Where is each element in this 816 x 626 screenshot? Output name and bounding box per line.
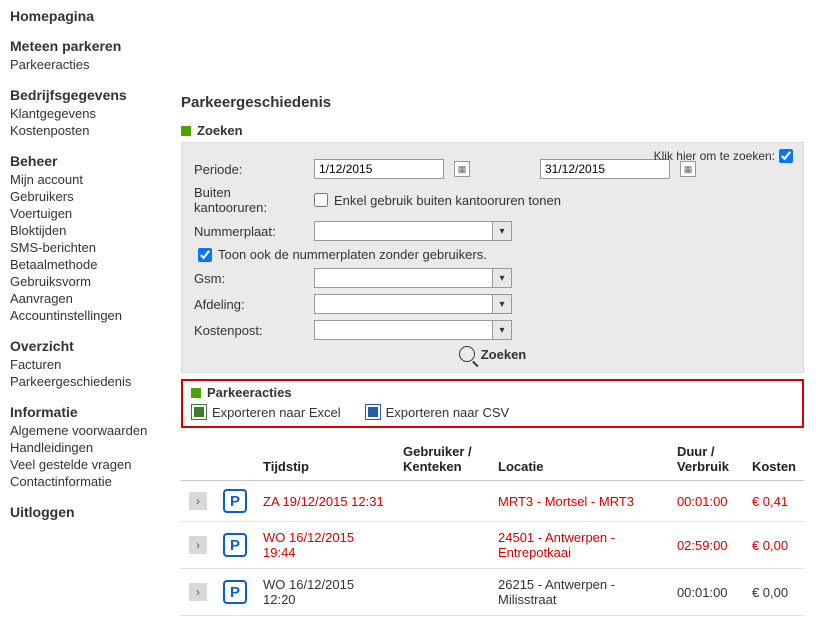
table-row: › P ZA 19/12/2015 12:31 MRT3 - Mortsel - MR… xyxy=(181,481,804,522)
sidebar-item[interactable]: Veel gestelde vragen xyxy=(10,456,175,473)
gsm-label: Gsm: xyxy=(194,271,304,286)
csv-icon xyxy=(365,404,381,420)
cell-tijdstip: ZA 19/12/2015 12:31 xyxy=(255,481,395,522)
expand-row-button[interactable]: › xyxy=(189,583,207,601)
expand-row-button[interactable]: › xyxy=(189,536,207,554)
sidebar: Homepagina Meteen parkeren Parkeeracties Be… xyxy=(0,0,175,626)
cell-duur: 00:01:00 xyxy=(669,481,744,522)
search-section-title: Zoeken xyxy=(197,123,243,138)
col-gebruiker[interactable]: Gebruiker / Kenteken xyxy=(395,438,490,481)
toon-ook-text: Toon ook de nummerplaten zonder gebruike… xyxy=(218,247,487,262)
cell-locatie: MRT3 - Mortsel - MRT3 xyxy=(490,481,669,522)
sidebar-item[interactable]: Bloktijden xyxy=(10,222,175,239)
table-row: › P WO 16/12/2015 12:20 26215 - Antwerpen -… xyxy=(181,569,804,616)
cell-locatie: 26215 - Antwerpen - Milisstraat xyxy=(490,569,669,616)
search-panel: Klik hier om te zoeken: Periode: ▦ ▦ Bui… xyxy=(181,142,804,373)
main-content: Parkeergeschiedenis Zoeken Klik hier om … xyxy=(175,0,816,626)
cell-tijdstip: WO 16/12/2015 19:44 xyxy=(255,522,395,569)
sidebar-item[interactable]: Kostenposten xyxy=(10,122,175,139)
periode-label: Periode: xyxy=(194,162,304,177)
col-tijdstip[interactable]: Tijdstip xyxy=(255,438,395,481)
sidebar-group-title: Beheer xyxy=(10,153,175,169)
buiten-kantooruren-text: Enkel gebruik buiten kantooruren tonen xyxy=(334,193,561,208)
sidebar-item[interactable]: Parkeeracties xyxy=(10,56,175,73)
expand-row-button[interactable]: › xyxy=(189,492,207,510)
search-button[interactable]: Zoeken xyxy=(459,346,527,362)
cell-kosten: € 0,41 xyxy=(744,481,804,522)
results-table: Tijdstip Gebruiker / Kenteken Locatie Du… xyxy=(181,438,804,616)
sidebar-item[interactable]: Betaalmethode xyxy=(10,256,175,273)
export-highlight-box: Parkeeracties Exporteren naar Excel Expo… xyxy=(181,379,804,428)
col-locatie[interactable]: Locatie xyxy=(490,438,669,481)
sidebar-item[interactable]: Aanvragen xyxy=(10,290,175,307)
gsm-input[interactable] xyxy=(314,268,492,288)
sidebar-item[interactable]: Gebruikers xyxy=(10,188,175,205)
cell-gebruiker xyxy=(395,481,490,522)
chevron-down-icon[interactable]: ▾ xyxy=(492,294,512,314)
afdeling-label: Afdeling: xyxy=(194,297,304,312)
chevron-down-icon[interactable]: ▾ xyxy=(492,320,512,340)
col-duur[interactable]: Duur / Verbruik xyxy=(669,438,744,481)
nummerplaat-input[interactable] xyxy=(314,221,492,241)
kostenpost-input[interactable] xyxy=(314,320,492,340)
sidebar-group-title: Informatie xyxy=(10,404,175,420)
sidebar-group-title[interactable]: Homepagina xyxy=(10,8,175,24)
results-section-title: Parkeeracties xyxy=(207,385,292,400)
sidebar-item[interactable]: Algemene voorwaarden xyxy=(10,422,175,439)
parking-icon: P xyxy=(223,533,247,557)
kostenpost-label: Kostenpost: xyxy=(194,323,304,338)
sidebar-item[interactable]: SMS-berichten xyxy=(10,239,175,256)
cell-duur: 02:59:00 xyxy=(669,522,744,569)
date-to-input[interactable] xyxy=(540,159,670,179)
calendar-icon[interactable]: ▦ xyxy=(454,161,470,177)
date-from-input[interactable] xyxy=(314,159,444,179)
click-to-search-hint: Klik hier om te zoeken: xyxy=(654,149,793,163)
export-csv-button[interactable]: Exporteren naar CSV xyxy=(365,404,510,420)
excel-icon xyxy=(191,404,207,420)
sidebar-item[interactable]: Contactinformatie xyxy=(10,473,175,490)
cell-kosten: € 0,00 xyxy=(744,569,804,616)
sidebar-item[interactable]: Voertuigen xyxy=(10,205,175,222)
cell-kosten: € 0,00 xyxy=(744,522,804,569)
sidebar-group-title: Overzicht xyxy=(10,338,175,354)
export-excel-button[interactable]: Exporteren naar Excel xyxy=(191,404,341,420)
col-kosten[interactable]: Kosten xyxy=(744,438,804,481)
sidebar-item[interactable]: Handleidingen xyxy=(10,439,175,456)
search-section-header: Zoeken xyxy=(181,123,804,138)
square-bullet-icon xyxy=(191,388,201,398)
page-title: Parkeergeschiedenis xyxy=(181,94,804,111)
calendar-icon[interactable]: ▦ xyxy=(680,161,696,177)
square-bullet-icon xyxy=(181,126,191,136)
chevron-down-icon[interactable]: ▾ xyxy=(492,221,512,241)
sidebar-group-title[interactable]: Uitloggen xyxy=(10,504,175,520)
sidebar-item[interactable]: Parkeergeschiedenis xyxy=(10,373,175,390)
sidebar-item[interactable]: Klantgegevens xyxy=(10,105,175,122)
sidebar-item[interactable]: Mijn account xyxy=(10,171,175,188)
click-to-search-checkbox[interactable] xyxy=(779,149,793,163)
nummerplaat-label: Nummerplaat: xyxy=(194,224,304,239)
parking-icon: P xyxy=(223,489,247,513)
table-row: › P WO 16/12/2015 19:44 24501 - Antwerpen -… xyxy=(181,522,804,569)
cell-gebruiker xyxy=(395,569,490,616)
toon-ook-checkbox[interactable] xyxy=(198,248,212,262)
chevron-down-icon[interactable]: ▾ xyxy=(492,268,512,288)
afdeling-input[interactable] xyxy=(314,294,492,314)
cell-gebruiker xyxy=(395,522,490,569)
sidebar-group-title: Bedrijfsgegevens xyxy=(10,87,175,103)
sidebar-item[interactable]: Accountinstellingen xyxy=(10,307,175,324)
cell-duur: 00:01:00 xyxy=(669,569,744,616)
buiten-kantooruren-checkbox[interactable] xyxy=(314,193,328,207)
parking-icon: P xyxy=(223,580,247,604)
cell-tijdstip: WO 16/12/2015 12:20 xyxy=(255,569,395,616)
cell-locatie: 24501 - Antwerpen - Entrepotkaai xyxy=(490,522,669,569)
sidebar-group-title: Meteen parkeren xyxy=(10,38,175,54)
buiten-label: Buiten kantooruren: xyxy=(194,185,304,215)
sidebar-item[interactable]: Gebruiksvorm xyxy=(10,273,175,290)
search-icon xyxy=(459,346,475,362)
sidebar-item[interactable]: Facturen xyxy=(10,356,175,373)
